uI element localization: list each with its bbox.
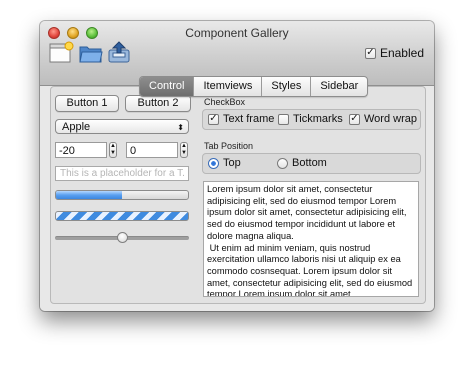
radio-bottom-button[interactable]	[277, 157, 288, 169]
combo-value: Apple	[62, 121, 91, 133]
tab-bar: Control Itemviews Styles Sidebar	[139, 76, 369, 97]
checkbox-tickmarks-label: Tickmarks	[293, 113, 343, 125]
progress-bar	[55, 190, 189, 200]
tab-pane: Control Itemviews Styles Sidebar Button …	[50, 76, 426, 304]
checkbox-word-wrap[interactable]: ✓ Word wrap	[349, 113, 417, 125]
text-edit[interactable]: Lorem ipsum dolor sit amet, consectetur …	[203, 181, 419, 297]
checkbox-text-frame-label: Text frame	[223, 113, 275, 125]
spinbox-1[interactable]: -20	[55, 142, 107, 158]
checkbox-group: ✓ Text frame Tickmarks ✓ Word wrap	[202, 109, 421, 130]
checkbox-word-wrap-box[interactable]: ✓	[349, 113, 360, 125]
checkbox-group-title: CheckBox	[204, 97, 246, 107]
checkbox-text-frame-box[interactable]: ✓	[208, 113, 219, 125]
spinbox-1-stepper[interactable]: ▲ ▼	[109, 142, 117, 158]
tab-itemviews[interactable]: Itemviews	[194, 77, 263, 96]
radio-bottom-label: Bottom	[292, 157, 327, 169]
tab-position-group: Top Bottom	[202, 153, 421, 174]
tab-position-title: Tab Position	[204, 141, 254, 151]
checkbox-word-wrap-label: Word wrap	[364, 113, 417, 125]
window-title: Component Gallery	[185, 26, 289, 40]
checkbox-tickmarks-box[interactable]	[278, 113, 289, 125]
checkbox-tickmarks[interactable]: Tickmarks	[278, 113, 343, 125]
radio-top-label: Top	[223, 157, 241, 169]
checkbox-text-frame[interactable]: ✓ Text frame	[208, 113, 274, 125]
progress-fill	[56, 191, 122, 199]
radio-top-button[interactable]	[208, 157, 219, 169]
fruit-combo[interactable]: Apple ⬍	[55, 119, 189, 134]
enabled-toggle[interactable]: ✓ Enabled	[364, 46, 424, 60]
enabled-checkbox[interactable]: ✓	[364, 47, 376, 59]
slider-thumb[interactable]	[116, 232, 128, 243]
button-1[interactable]: Button 1	[55, 95, 119, 112]
save-icon[interactable]	[106, 41, 132, 65]
new-document-icon[interactable]	[48, 41, 74, 65]
tab-sidebar[interactable]: Sidebar	[311, 77, 367, 96]
tab-styles[interactable]: Styles	[262, 77, 312, 96]
tab-control[interactable]: Control	[140, 77, 195, 96]
placeholder-input[interactable]	[56, 167, 188, 180]
enabled-label: Enabled	[379, 46, 424, 60]
spinbox-2-stepper[interactable]: ▲ ▼	[180, 142, 188, 158]
open-folder-icon[interactable]	[78, 41, 104, 65]
app-window: Component Gallery ✓ Enabled Control Item…	[40, 21, 434, 311]
radio-bottom[interactable]: Bottom	[277, 157, 327, 169]
radio-top[interactable]: Top	[208, 157, 241, 169]
busy-indicator	[55, 211, 189, 221]
button-2[interactable]: Button 2	[125, 95, 191, 112]
chevron-updown-icon: ⬍	[177, 123, 184, 132]
placeholder-field[interactable]	[55, 166, 189, 181]
spinbox-2[interactable]: 0	[126, 142, 178, 158]
content-area: Control Itemviews Styles Sidebar Button …	[40, 76, 434, 311]
